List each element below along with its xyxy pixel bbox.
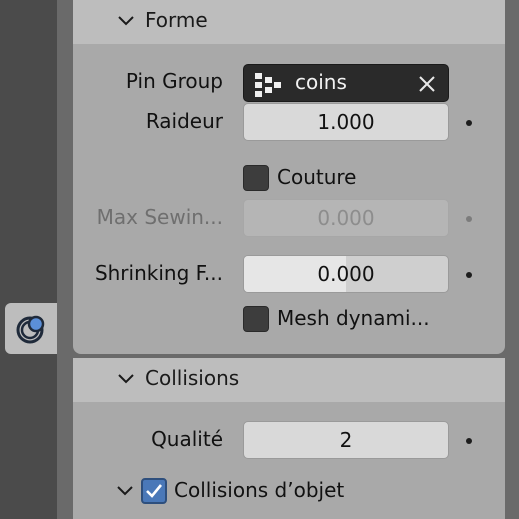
raideur-label: Raideur xyxy=(145,109,223,133)
raideur-field[interactable]: 1.000 xyxy=(243,103,449,141)
close-icon[interactable] xyxy=(417,74,437,94)
max-sewing-keyframe-dot[interactable] xyxy=(466,216,472,222)
physics-icon xyxy=(16,315,45,344)
pin-group-label: Pin Group xyxy=(125,69,223,93)
raideur-keyframe-dot[interactable] xyxy=(466,120,472,126)
chevron-down-icon xyxy=(118,374,134,384)
mesh-dynamic-checkbox[interactable] xyxy=(243,306,269,332)
vertex-group-icon xyxy=(255,73,281,97)
pin-group-value: coins xyxy=(295,70,347,94)
pin-group-field[interactable]: coins xyxy=(243,64,449,102)
section-title-collisions: Collisions xyxy=(145,366,240,390)
shrinking-keyframe-dot[interactable] xyxy=(466,272,472,278)
qualite-field[interactable]: 2 xyxy=(243,421,449,459)
physics-tab[interactable] xyxy=(5,303,57,354)
shrinking-value: 0.000 xyxy=(317,262,375,286)
collisions-objet-label: Collisions d’objet xyxy=(174,478,345,502)
shrinking-label: Shrinking F... xyxy=(94,261,223,285)
max-sewing-label: Max Sewin... xyxy=(96,205,223,229)
section-header-collisions[interactable]: Collisions xyxy=(73,358,505,402)
section-title-forme: Forme xyxy=(145,8,208,32)
shrinking-slider[interactable]: 0.000 xyxy=(243,255,449,293)
mesh-dynamic-label: Mesh dynami... xyxy=(277,306,430,330)
max-sewing-field[interactable]: 0.000 xyxy=(243,199,449,237)
collisions-objet-checkbox[interactable] xyxy=(141,478,167,504)
checkmark-icon xyxy=(146,484,163,498)
chevron-down-icon[interactable] xyxy=(116,482,134,500)
chevron-down-icon xyxy=(118,16,134,26)
qualite-keyframe-dot[interactable] xyxy=(466,438,472,444)
properties-tab-strip xyxy=(0,0,57,519)
couture-label: Couture xyxy=(277,165,357,189)
qualite-label: Qualité xyxy=(151,427,223,451)
couture-checkbox[interactable] xyxy=(243,165,269,191)
section-header-forme[interactable]: Forme xyxy=(73,0,505,44)
